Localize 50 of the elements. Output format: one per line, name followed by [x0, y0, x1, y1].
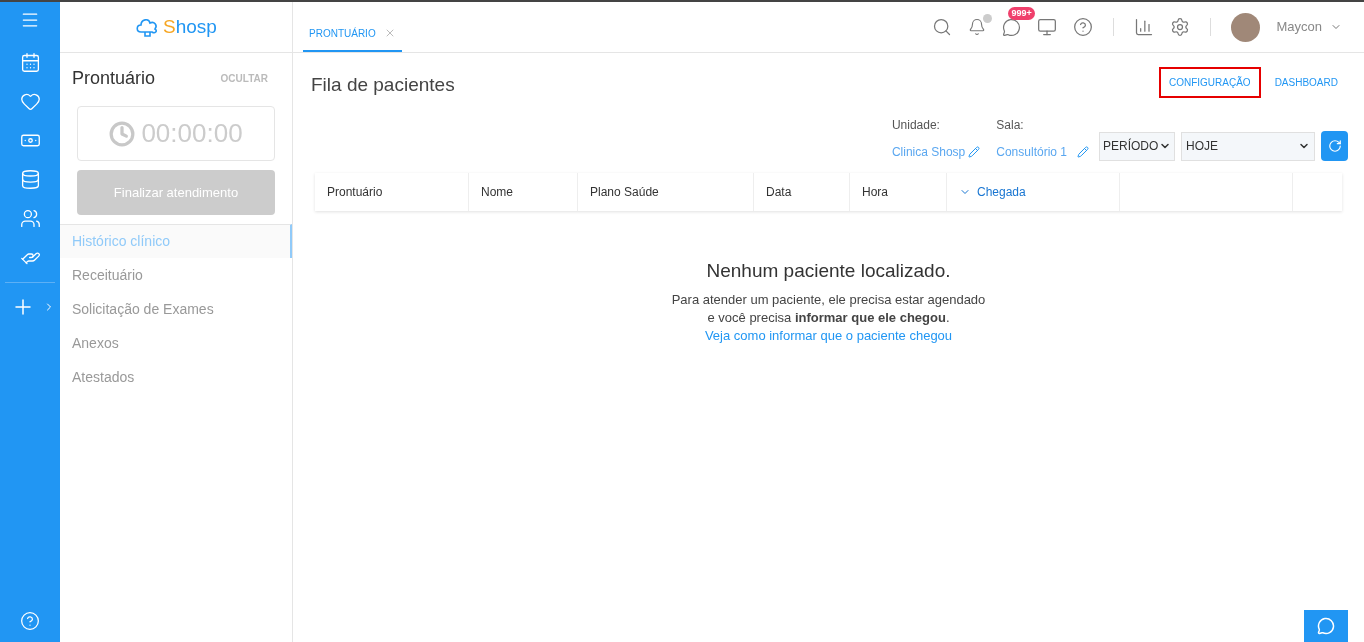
panel-title: Prontuário [72, 67, 156, 90]
user-avatar[interactable] [1231, 12, 1261, 42]
column-header[interactable]: Hora [850, 172, 947, 211]
room-label: Sala: [996, 116, 1025, 134]
unit-value[interactable]: Clinica Shosp [891, 142, 966, 161]
panel-menu-item[interactable]: Histórico clínico [60, 224, 292, 258]
database-icon[interactable] [19, 169, 41, 190]
help-link[interactable]: Veja como informar que o paciente chegou [704, 327, 953, 345]
logo[interactable]: Shosp [135, 12, 217, 42]
settings-icon[interactable] [1170, 17, 1191, 37]
chat-button[interactable] [1304, 610, 1348, 642]
page-title: Fila de pacientes [311, 73, 455, 97]
header-link[interactable]: DASHBOARD [1264, 66, 1348, 98]
people-icon[interactable] [19, 208, 41, 229]
column-header[interactable]: Chegada [947, 172, 1120, 211]
heart-icon[interactable] [19, 91, 41, 112]
panel-menu-item[interactable]: Anexos [60, 326, 292, 360]
period-select[interactable]: PERÍODO [1099, 131, 1175, 161]
chat-icon[interactable] [1002, 17, 1022, 37]
edit-icon[interactable] [968, 145, 981, 158]
panel-menu-item[interactable]: Atestados [60, 360, 292, 394]
empty-message-line: Para atender um paciente, ele precisa estar agendado [671, 291, 986, 309]
header-link[interactable]: CONFIGURAÇÃO [1158, 66, 1261, 98]
hide-link[interactable]: OCULTAR [220, 71, 268, 86]
search-icon[interactable] [932, 17, 953, 37]
logo-text: Shosp [163, 14, 217, 39]
panel-menu-item[interactable]: Solicitação de Exames [60, 292, 292, 326]
monitor-icon[interactable] [1037, 17, 1058, 37]
column-header[interactable]: Data [754, 172, 850, 211]
room-value[interactable]: Consultório 1 [996, 142, 1067, 161]
user-name[interactable]: Maycon [1276, 17, 1322, 37]
column-header[interactable]: Nome [469, 172, 578, 211]
refresh-button[interactable] [1321, 130, 1348, 161]
empty-title: Nenhum paciente localizado. [706, 258, 951, 283]
empty-message-line: e você precisa informar que ele chegou. [707, 309, 950, 327]
bar-chart-icon[interactable] [1134, 17, 1155, 37]
chat-icon [1317, 617, 1335, 635]
help-icon[interactable] [1073, 17, 1094, 37]
message-count-badge: 999+ [1008, 6, 1035, 20]
panel-menu-item[interactable]: Receituário [60, 258, 292, 292]
range-select[interactable]: HOJE [1181, 131, 1315, 161]
bell-icon[interactable] [968, 18, 987, 36]
calendar-icon[interactable] [19, 52, 41, 73]
edit-icon[interactable] [1077, 145, 1089, 158]
column-header[interactable]: Prontuário [315, 172, 469, 211]
clock-icon [109, 120, 136, 147]
unit-label: Unidade: [891, 116, 941, 134]
refresh-icon [1327, 138, 1342, 153]
tab[interactable]: PRONTUÁRIO [303, 16, 402, 52]
column-header[interactable]: Plano Saúde [578, 172, 754, 211]
